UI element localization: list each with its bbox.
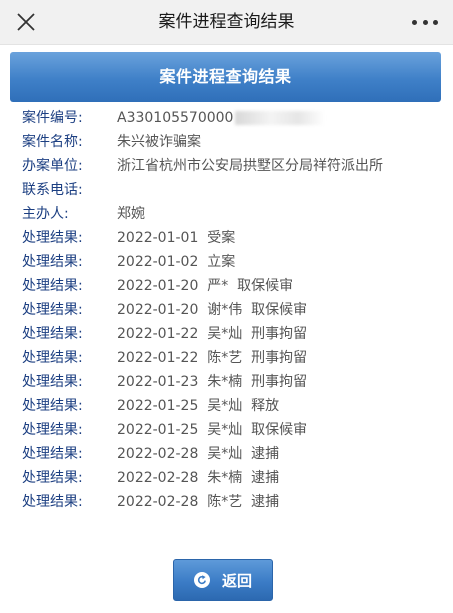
result-value: 2022-01-23 朱*楠 刑事拘留 [117, 374, 308, 390]
result-label: 处理结果: [22, 494, 83, 510]
result-value: 2022-01-20 严* 取保候审 [117, 278, 294, 294]
result-label: 处理结果: [22, 446, 83, 462]
processing-results: 处理结果: 2022-01-01 受案 处理结果: 2022-01-02 立案 处理结果… [10, 226, 441, 514]
more-options-button[interactable] [409, 12, 441, 32]
result-row: 处理结果: 2022-01-22 吴*灿 刑事拘留 [10, 322, 441, 346]
result-row: 处理结果: 2022-01-25 吴*灿 取保候审 [10, 418, 441, 442]
result-label: 处理结果: [22, 398, 83, 414]
officer-label: 主办人: [22, 206, 69, 222]
result-value: 2022-01-01 受案 [117, 230, 236, 246]
case-number-row: 案件编号: A330105570000 [10, 106, 441, 130]
case-name-row: 案件名称: 朱兴被诈骗案 [10, 130, 441, 154]
result-value: 2022-01-02 立案 [117, 254, 236, 270]
contact-phone-label: 联系电话: [22, 182, 83, 198]
contact-phone-row: 联系电话: [10, 178, 441, 202]
result-value: 2022-02-28 朱*楠 逮捕 [117, 470, 280, 486]
back-button-label: 返回 [221, 571, 252, 590]
case-name-value: 朱兴被诈骗案 [117, 134, 201, 150]
result-value: 2022-01-22 吴*灿 刑事拘留 [117, 326, 308, 342]
handling-unit-row: 办案单位: 浙江省杭州市公安局拱墅区分局祥符派出所 [10, 154, 441, 178]
result-row: 处理结果: 2022-01-22 陈*艺 刑事拘留 [10, 346, 441, 370]
result-label: 处理结果: [22, 326, 83, 342]
result-label: 处理结果: [22, 302, 83, 318]
case-number-value: A330105570000 [117, 106, 326, 130]
result-row: 处理结果: 2022-01-23 朱*楠 刑事拘留 [10, 370, 441, 394]
result-value: 2022-02-28 吴*灿 逮捕 [117, 446, 280, 462]
result-row: 处理结果: 2022-01-20 严* 取保候审 [10, 274, 441, 298]
result-label: 处理结果: [22, 374, 83, 390]
result-header-banner: 案件进程查询结果 [10, 52, 441, 102]
case-info-list: 案件编号: A330105570000 案件名称: 朱兴被诈骗案 办案单位: 浙… [10, 106, 441, 514]
nav-title: 案件进程查询结果 [158, 12, 295, 32]
result-label: 处理结果: [22, 278, 83, 294]
result-label: 处理结果: [22, 422, 83, 438]
back-arrow-icon [193, 572, 210, 588]
handling-unit-value: 浙江省杭州市公安局拱墅区分局祥符派出所 [117, 158, 383, 174]
result-value: 2022-02-28 陈*艺 逮捕 [117, 494, 280, 510]
result-row: 处理结果: 2022-02-28 朱*楠 逮捕 [10, 466, 441, 490]
result-value: 2022-01-25 吴*灿 取保候审 [117, 422, 308, 438]
result-label: 处理结果: [22, 470, 83, 486]
result-row: 处理结果: 2022-02-28 陈*艺 逮捕 [10, 490, 441, 514]
result-value: 2022-01-25 吴*灿 释放 [117, 398, 280, 414]
result-row: 处理结果: 2022-02-28 吴*灿 逮捕 [10, 442, 441, 466]
officer-row: 主办人: 郑婉 [10, 202, 441, 226]
handling-unit-label: 办案单位: [22, 158, 83, 174]
result-label: 处理结果: [22, 230, 83, 246]
result-row: 处理结果: 2022-01-25 吴*灿 释放 [10, 394, 441, 418]
redacted-area [235, 111, 326, 125]
back-button[interactable]: 返回 [173, 559, 273, 601]
case-details: 案件编号: A330105570000 案件名称: 朱兴被诈骗案 办案单位: 浙… [10, 106, 441, 226]
result-label: 处理结果: [22, 350, 83, 366]
officer-value: 郑婉 [117, 206, 145, 222]
page: 案件进程查询结果 案件进程查询结果 案件编号: A330105570000 案件… [0, 0, 453, 613]
result-row: 处理结果: 2022-01-01 受案 [10, 226, 441, 250]
case-number-label: 案件编号: [22, 110, 83, 126]
result-row: 处理结果: 2022-01-02 立案 [10, 250, 441, 274]
result-row: 处理结果: 2022-01-20 谢*伟 取保候审 [10, 298, 441, 322]
result-value: 2022-01-20 谢*伟 取保候审 [117, 302, 308, 318]
more-dots-icon [412, 19, 417, 25]
result-value: 2022-01-22 陈*艺 刑事拘留 [117, 350, 308, 366]
result-label: 处理结果: [22, 254, 83, 270]
top-nav-bar: 案件进程查询结果 [0, 0, 453, 45]
case-name-label: 案件名称: [22, 134, 83, 150]
